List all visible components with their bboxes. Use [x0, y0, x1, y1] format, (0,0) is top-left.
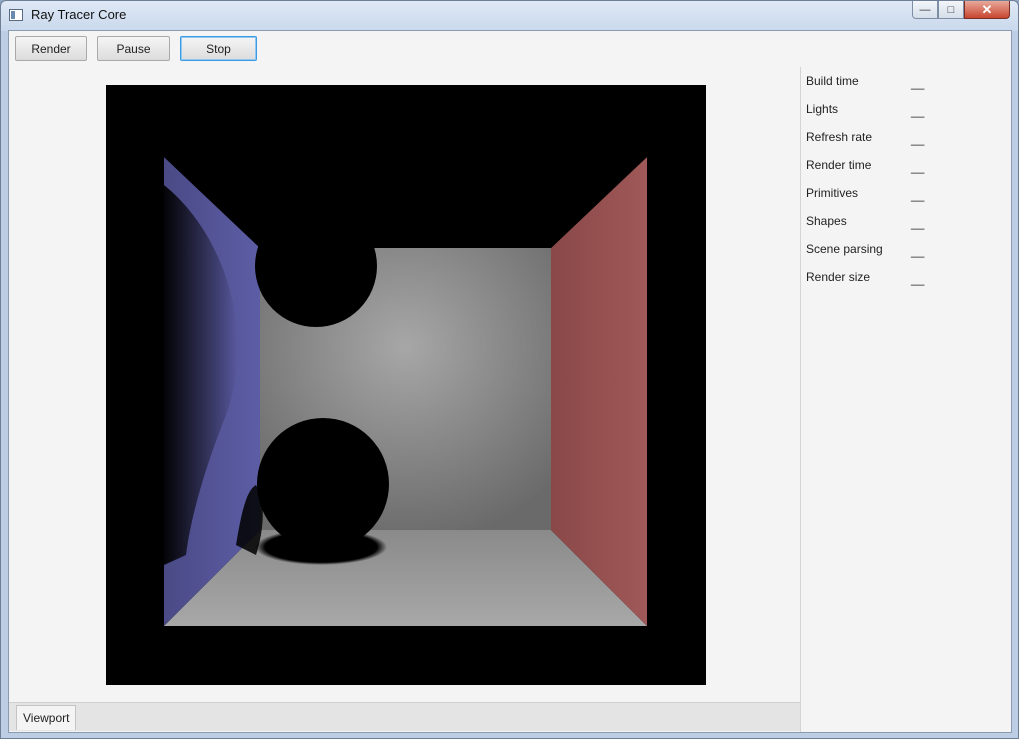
title-bar[interactable]: Ray Tracer Core — □ ✕: [1, 1, 1018, 31]
tab-bar: Viewport: [9, 702, 800, 731]
stat-label: Primitives: [806, 186, 859, 200]
client-area: Render Pause Stop Viewport Build time __…: [8, 30, 1012, 733]
stat-lights: Lights __: [806, 99, 1006, 127]
stat-shapes: Shapes __: [806, 211, 1006, 239]
toolbar: Render Pause Stop: [9, 31, 1011, 67]
stat-label: Lights: [806, 102, 839, 116]
app-icon: [9, 9, 23, 21]
stat-render-size: Render size __: [806, 267, 1006, 295]
stat-label: Shapes: [806, 214, 847, 228]
maximize-button[interactable]: □: [938, 1, 964, 19]
minimize-button[interactable]: —: [912, 1, 938, 19]
stat-value: __: [911, 132, 925, 146]
stat-value: __: [911, 244, 925, 258]
render-button[interactable]: Render: [15, 36, 87, 61]
stat-refresh-rate: Refresh rate __: [806, 127, 1006, 155]
window-title: Ray Tracer Core: [31, 7, 127, 22]
minimize-icon: —: [919, 3, 931, 16]
stat-label: Refresh rate: [806, 130, 873, 144]
maximize-icon: □: [947, 3, 955, 16]
stat-scene-parsing: Scene parsing __: [806, 239, 1006, 267]
panel-divider[interactable]: [800, 67, 801, 732]
stat-value: __: [911, 188, 925, 202]
stat-value: __: [911, 104, 925, 118]
window-controls: — □ ✕: [912, 1, 1010, 19]
stat-label: Scene parsing: [806, 242, 883, 256]
stat-label: Render size: [806, 270, 871, 284]
app-window: Ray Tracer Core — □ ✕ Render Pause Stop: [0, 0, 1019, 739]
stat-label: Render time: [806, 158, 872, 172]
stat-value: __: [911, 160, 925, 174]
stop-button[interactable]: Stop: [180, 36, 257, 61]
stat-value: __: [911, 272, 925, 286]
upper-sphere: [255, 205, 377, 327]
stat-render-time: Render time __: [806, 155, 1006, 183]
stat-value: __: [911, 216, 925, 230]
pause-button[interactable]: Pause: [97, 36, 170, 61]
render-viewport[interactable]: [106, 85, 706, 685]
tab-viewport[interactable]: Viewport: [16, 705, 77, 730]
close-icon: ✕: [981, 1, 993, 17]
stats-panel: Build time __ Lights __ Refresh rate __ …: [806, 71, 1006, 295]
stat-value: __: [911, 76, 925, 90]
close-button[interactable]: ✕: [964, 1, 1010, 19]
stat-label: Build time: [806, 74, 859, 88]
lower-sphere: [257, 418, 389, 550]
stat-build-time: Build time __: [806, 71, 1006, 99]
stat-primitives: Primitives __: [806, 183, 1006, 211]
rendered-scene: [106, 85, 706, 685]
